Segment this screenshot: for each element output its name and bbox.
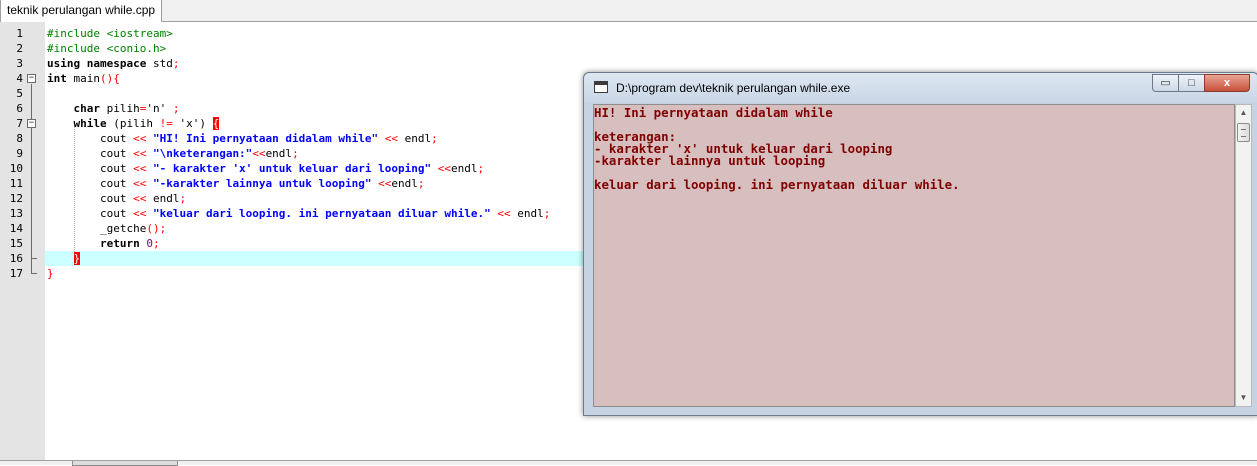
code-line-6: char pilih='n' ;	[73, 102, 180, 115]
line-number: 8	[16, 132, 23, 145]
code-line-4: int main(){	[47, 72, 120, 85]
fold-end-marker	[31, 273, 37, 274]
line-number: 9	[16, 147, 23, 160]
code-line-8: cout << "HI! Ini pernyataan didalam whil…	[47, 132, 438, 145]
editor-tab-bar: teknik perulangan while.cpp	[0, 0, 1257, 22]
output-line: HI! Ini pernyataan didalam while	[594, 105, 833, 120]
code-line-9: cout << "\nketerangan:"<<endl;	[47, 147, 299, 160]
fold-end-marker	[31, 258, 37, 259]
code-line-12: cout << endl;	[47, 192, 187, 205]
code-line-14: _getche();	[47, 222, 167, 235]
line-number: 3	[16, 57, 23, 70]
line-number: 5	[16, 87, 23, 100]
fold-toggle-main[interactable]: −	[27, 74, 36, 83]
code-line-10: cout << "- karakter 'x' untuk keluar dar…	[47, 162, 485, 175]
fold-guide-line	[31, 84, 32, 274]
console-scrollbar[interactable]: ▲ ▼	[1235, 104, 1252, 407]
close-button[interactable]: x	[1204, 74, 1250, 92]
maximize-button[interactable]: □	[1178, 74, 1205, 92]
output-line: -karakter lainnya untuk looping	[594, 153, 826, 168]
line-number-gutter: 1 2 3 4 5 6 7 8 9 10 11 12 13 14 15 16 1…	[0, 22, 45, 460]
code-line-1: #include <iostream>	[47, 27, 173, 40]
line-number: 17	[9, 267, 23, 280]
scroll-up-arrow-icon[interactable]: ▲	[1236, 105, 1251, 121]
code-line-2: #include <conio.h>	[47, 42, 167, 55]
console-app-icon	[594, 81, 608, 93]
fold-toggle-while[interactable]: −	[27, 119, 36, 128]
code-line-3: using namespace std;	[47, 57, 180, 70]
line-number: 11	[9, 177, 23, 190]
line-number: 7	[16, 117, 23, 130]
console-title: D:\program dev\teknik perulangan while.e…	[616, 81, 851, 95]
scroll-thumb[interactable]	[1237, 123, 1250, 142]
tab-teknik-perulangan-while[interactable]: teknik perulangan while.cpp	[0, 0, 163, 22]
line-number: 4	[16, 72, 23, 85]
matched-brace: }	[73, 252, 81, 265]
line-number: 13	[9, 207, 23, 220]
line-number: 6	[16, 102, 23, 115]
code-line-13: cout << "keluar dari looping. ini pernya…	[47, 207, 551, 220]
code-line-16: }	[47, 251, 81, 266]
line-number: 12	[9, 192, 23, 205]
console-window[interactable]: D:\program dev\teknik perulangan while.e…	[583, 72, 1257, 416]
scroll-down-arrow-icon[interactable]: ▼	[1236, 390, 1251, 406]
output-line: keluar dari looping. ini pernyataan dilu…	[594, 177, 960, 192]
console-title-bar[interactable]: D:\program dev\teknik perulangan while.e…	[584, 73, 1257, 103]
line-number: 14	[9, 222, 23, 235]
code-line-11: cout << "-karakter lainnya untuk looping…	[47, 177, 425, 190]
code-line-7: while (pilih != 'x') {	[73, 117, 220, 130]
minimize-button[interactable]: ▭	[1152, 74, 1179, 92]
line-number: 10	[9, 162, 23, 175]
line-number: 2	[16, 42, 23, 55]
line-number: 1	[16, 27, 23, 40]
code-line-17: }	[47, 267, 54, 280]
line-number: 15	[9, 237, 23, 250]
line-number: 16	[9, 252, 23, 265]
console-output[interactable]: HI! Ini pernyataan didalam while keteran…	[593, 104, 1235, 407]
matched-brace: {	[212, 117, 220, 130]
code-line-15: return 0;	[99, 237, 160, 250]
bottom-panel-strip	[0, 460, 1257, 466]
bottom-panel-tab[interactable]	[72, 461, 178, 466]
